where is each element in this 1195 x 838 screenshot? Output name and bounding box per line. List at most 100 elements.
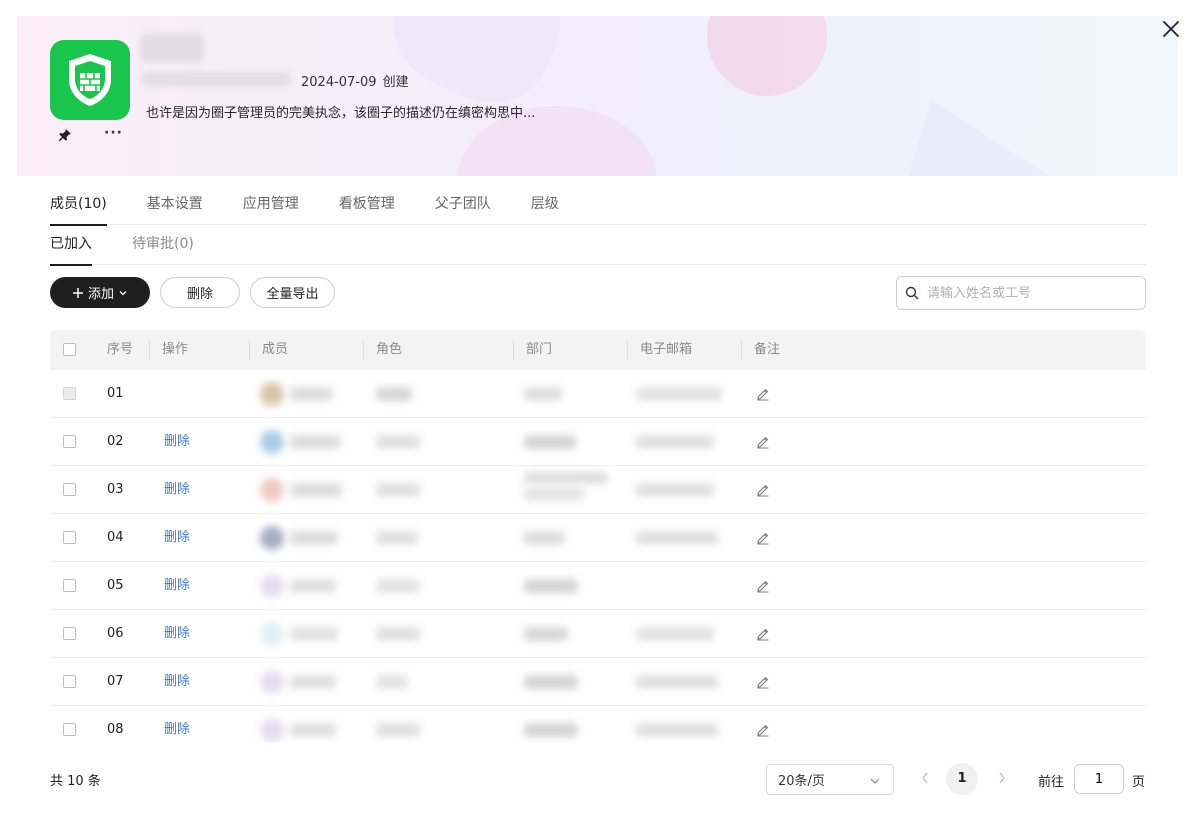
row-delete-link[interactable]: 删除 (164, 706, 190, 743)
row-index: 02 (107, 434, 124, 449)
member-avatar-redacted (260, 574, 284, 598)
member-avatar-redacted (260, 478, 284, 502)
edit-remark-icon[interactable] (756, 627, 770, 641)
role-redacted (376, 483, 420, 497)
edit-remark-icon[interactable] (756, 435, 770, 449)
search-box (896, 276, 1146, 310)
email-redacted (636, 531, 718, 545)
row-checkbox[interactable] (63, 483, 76, 496)
row-index: 06 (107, 626, 124, 641)
row-delete-link[interactable]: 删除 (164, 466, 190, 514)
next-page-button[interactable] (995, 770, 1009, 788)
pin-icon[interactable] (58, 128, 72, 142)
row-delete-link[interactable]: 删除 (164, 562, 190, 610)
table-row: 03 删除 (50, 466, 1146, 514)
member-name-redacted (290, 435, 340, 449)
shield-firewall-icon (69, 54, 111, 106)
row-delete-link[interactable]: 删除 (164, 418, 190, 466)
member-name-redacted (290, 483, 342, 497)
tab-board-management[interactable]: 看板管理 (339, 186, 395, 225)
delete-button[interactable]: 删除 (160, 277, 240, 308)
add-member-button[interactable]: 添加 (50, 277, 150, 308)
member-avatar-redacted (260, 382, 284, 406)
col-role: 角色 (376, 342, 403, 357)
team-owner-redacted (142, 72, 290, 86)
created-info: 2024-07-09 创建 (301, 71, 409, 90)
row-checkbox[interactable] (63, 627, 76, 640)
department-redacted (524, 675, 578, 689)
role-redacted (376, 723, 420, 737)
edit-remark-icon[interactable] (756, 531, 770, 545)
row-checkbox[interactable] (63, 579, 76, 592)
col-action: 操作 (162, 342, 189, 357)
role-redacted (376, 675, 408, 689)
table-row: 02 删除 (50, 418, 1146, 466)
search-input[interactable] (927, 285, 1127, 301)
col-remark: 备注 (754, 342, 781, 357)
chevron-down-icon (119, 290, 127, 295)
chevron-right-icon (999, 772, 1005, 784)
edit-remark-icon[interactable] (756, 387, 770, 401)
main-tabs: 成员(10) 基本设置 应用管理 看板管理 父子团队 层级 (50, 186, 1146, 226)
row-checkbox[interactable] (63, 531, 76, 544)
row-index: 03 (107, 482, 124, 497)
member-name-redacted (290, 579, 336, 593)
tab-basic-settings[interactable]: 基本设置 (147, 186, 203, 225)
department-redacted (524, 387, 562, 401)
tab-members[interactable]: 成员(10) (50, 186, 107, 226)
member-subtabs: 已加入 待审批(0) (50, 226, 1146, 266)
role-redacted (376, 531, 418, 545)
row-delete-link[interactable]: 删除 (164, 514, 190, 562)
tab-parent-child-teams[interactable]: 父子团队 (435, 186, 491, 225)
team-detail-modal: ··· 2024-07-09 创建 也许是因为圈子管理员的完美执念，该圈子的描述仍… (0, 0, 1195, 838)
row-checkbox[interactable] (63, 675, 76, 688)
row-index: 07 (107, 674, 124, 689)
row-checkbox[interactable] (63, 435, 76, 448)
members-table: 序号 操作 成员 角色 部门 电子邮箱 备注 01 02 删除 03 删除 04… (50, 330, 1146, 743)
table-row: 08 删除 (50, 706, 1146, 743)
total-count: 共 10 条 (50, 774, 101, 789)
team-logo (50, 40, 130, 120)
export-all-button[interactable]: 全量导出 (250, 277, 335, 308)
email-redacted (636, 675, 718, 689)
table-row: 06 删除 (50, 610, 1146, 658)
more-icon[interactable]: ··· (104, 126, 122, 140)
col-member: 成员 (262, 342, 289, 357)
email-redacted (636, 435, 714, 449)
created-label: 创建 (382, 75, 409, 90)
prev-page-button[interactable] (918, 770, 932, 788)
table-row: 05 删除 (50, 562, 1146, 610)
edit-remark-icon[interactable] (756, 483, 770, 497)
role-redacted (376, 435, 420, 449)
select-all-checkbox[interactable] (63, 343, 76, 356)
subtab-joined[interactable]: 已加入 (50, 226, 92, 266)
row-index: 04 (107, 530, 124, 545)
col-email: 电子邮箱 (640, 342, 693, 357)
member-avatar-redacted (260, 670, 284, 694)
subtab-pending[interactable]: 待审批(0) (132, 226, 194, 265)
email-redacted (636, 627, 714, 641)
member-avatar-redacted (260, 430, 284, 454)
email-redacted (636, 387, 722, 401)
goto-label: 前往 (1038, 775, 1065, 790)
edit-remark-icon[interactable] (756, 579, 770, 593)
department-redacted (524, 531, 564, 545)
member-name-redacted (290, 627, 338, 641)
department-redacted (524, 579, 578, 593)
tab-app-management[interactable]: 应用管理 (243, 186, 299, 225)
page-size-select[interactable]: 20条/页 (766, 764, 894, 795)
member-avatar-redacted (260, 718, 284, 742)
edit-remark-icon[interactable] (756, 723, 770, 737)
role-redacted (376, 579, 420, 593)
row-delete-link[interactable]: 删除 (164, 610, 190, 658)
goto-page-input[interactable] (1074, 764, 1124, 794)
add-button-label: 添加 (87, 287, 114, 302)
tab-hierarchy[interactable]: 层级 (531, 186, 559, 225)
row-delete-link[interactable]: 删除 (164, 658, 190, 706)
row-checkbox[interactable] (63, 723, 76, 736)
edit-remark-icon[interactable] (756, 675, 770, 689)
close-icon[interactable] (1160, 18, 1182, 40)
role-redacted (376, 387, 412, 401)
role-redacted (376, 627, 420, 641)
page-number-current[interactable]: 1 (946, 763, 978, 795)
